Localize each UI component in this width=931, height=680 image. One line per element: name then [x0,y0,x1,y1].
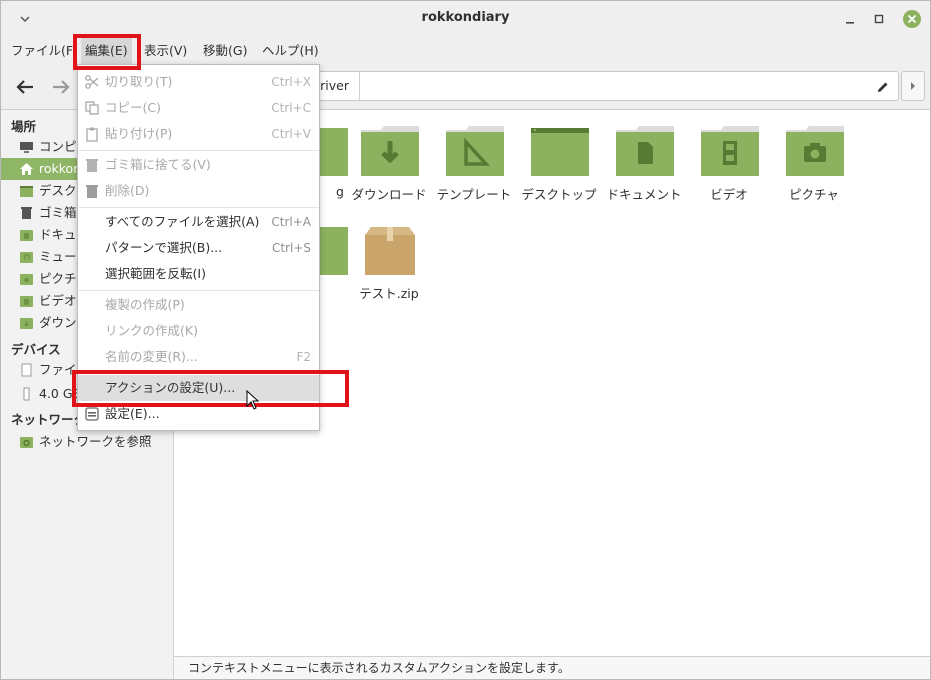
preferences-icon [85,407,99,421]
path-bar: river [301,71,899,101]
menu-item-invert-selection[interactable]: 選択範囲を反転(I) [78,261,319,287]
title-bar: rokkondiary [1,1,930,37]
file-item-desktop[interactable]: デスクトップ [517,126,601,206]
videos-folder-icon [20,296,33,307]
file-item-templates[interactable]: テンプレート [432,126,516,206]
file-name: テスト.zip [359,286,419,301]
menu-item-cut[interactable]: 切り取り(T) Ctrl+X [78,69,319,95]
file-name: ドキュメント [606,187,682,202]
menu-separator [79,150,319,151]
menu-item-duplicate[interactable]: 複製の作成(P) [78,292,319,318]
file-name: ピクチャ [789,187,839,202]
delete-icon [86,185,98,198]
close-icon[interactable] [901,8,923,30]
archive-icon [365,227,415,275]
status-bar: コンテキストメニューに表示されるカスタムアクションを設定します。 [174,656,930,679]
mouse-pointer-icon [246,390,260,410]
menu-item-rename[interactable]: 名前の変更(R)... F2 [78,344,319,370]
menu-go[interactable]: 移動(G) [199,37,251,65]
menu-item-move-to-trash[interactable]: ゴミ箱に捨てる(V) [78,152,319,178]
home-icon [20,163,33,175]
chevron-right-icon [911,82,915,90]
pencil-edit-icon[interactable] [875,79,891,95]
videos-folder-icon [701,126,759,176]
downloads-folder-icon [361,126,419,176]
highlight-configure-actions [72,370,349,407]
pictures-folder-icon [786,126,844,176]
window-title: rokkondiary [421,10,510,25]
music-folder-icon [20,252,33,263]
file-manager-window: rokkondiary ファイル(F) 編集(E) 表示(V) 移動(G) ヘル… [0,0,931,680]
menu-separator [79,290,319,291]
file-item-zip[interactable]: テスト.zip [347,225,431,305]
file-item-pictures[interactable]: ピクチャ [772,126,856,206]
menu-file[interactable]: ファイル(F) [7,37,82,65]
file-name: テンプレート [436,187,512,202]
highlight-edit-menu [73,34,141,70]
forward-arrow-icon[interactable] [49,75,73,99]
drive-icon [23,387,30,401]
back-arrow-icon[interactable] [13,75,37,99]
menu-item-delete[interactable]: 削除(D) [78,178,319,204]
cut-icon [85,75,99,89]
file-item-videos[interactable]: ビデオ [687,126,771,206]
downloads-folder-icon [20,318,33,329]
network-icon [20,437,33,448]
sidebar-section-network: ネットワーク [11,412,87,427]
minimize-icon[interactable] [840,9,860,29]
path-scroll-right-button[interactable] [901,71,925,101]
trash-icon [86,159,98,172]
sidebar-section-devices: デバイス [11,342,61,357]
paste-icon [86,127,98,142]
menu-item-select-pattern[interactable]: パターンで選択(B)... Ctrl+S [78,235,319,261]
maximize-icon[interactable] [869,9,889,29]
documents-folder-icon [20,230,33,241]
sidebar-section-places: 場所 [11,119,37,134]
menu-item-copy[interactable]: コピー(C) Ctrl+C [78,95,319,121]
trash-icon [21,207,32,219]
menu-item-select-all[interactable]: すべてのファイルを選択(A) Ctrl+A [78,209,319,235]
menu-item-paste[interactable]: 貼り付け(P) Ctrl+V [78,121,319,147]
desktop-folder-icon [20,186,33,197]
file-name: ダウンロード [351,187,427,202]
menu-item-make-link[interactable]: リンクの作成(K) [78,318,319,344]
templates-folder-icon [446,126,504,176]
pictures-folder-icon [20,274,33,285]
filesystem-icon [21,363,32,377]
menu-help[interactable]: ヘルプ(H) [258,37,323,65]
file-item-documents[interactable]: ドキュメント [602,126,686,206]
file-item-downloads[interactable]: ダウンロード [347,126,431,206]
copy-icon [85,101,99,115]
file-name: ビデオ [710,187,748,202]
desktop-folder-icon [531,128,589,176]
menu-separator [79,207,319,208]
computer-icon [20,142,33,153]
menu-view[interactable]: 表示(V) [140,37,191,65]
sidebar-item-network[interactable]: ネットワークを参照 [1,431,173,453]
documents-folder-icon [616,126,674,176]
file-name: デスクトップ [521,187,597,202]
